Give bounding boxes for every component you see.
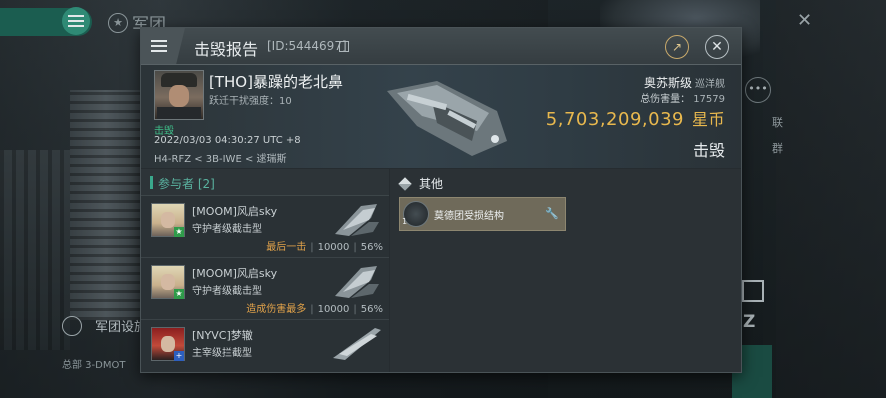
side-text-1: 联 <box>772 116 783 129</box>
menu-icon <box>151 40 167 52</box>
bottom-menu-icon[interactable] <box>62 316 82 336</box>
participant-row[interactable]: + [NYVC]梦辙 主宰级拦截型 <box>141 320 389 372</box>
dialog-menu-button[interactable] <box>141 28 185 64</box>
standing-badge-icon: + <box>174 351 184 361</box>
participants-header: 参与者 [2] <box>141 169 389 196</box>
sort-icon[interactable]: Z <box>743 312 755 332</box>
total-damage-label: 总伤害量： <box>640 94 691 105</box>
main-menu-button[interactable] <box>62 7 90 35</box>
participant-stats: 造成伤害最多 | 10000 | 56% <box>246 304 383 315</box>
ship-type: 巡洋舰 <box>695 79 725 90</box>
participant-row[interactable]: ★ [MOOM]风启sky 守护者级截击型 造成伤害最多 | 10000 | 56% <box>141 258 389 320</box>
participant-ship-icon[interactable] <box>331 262 383 300</box>
participant-tag: 最后一击 <box>266 242 307 253</box>
isk-unit: 星币 <box>691 110 725 129</box>
copy-icon[interactable] <box>339 41 349 52</box>
report-id: [ID:5444697] <box>267 39 347 53</box>
victim-ship-render[interactable] <box>377 71 517 161</box>
ship-name[interactable]: 奥苏斯级 <box>644 76 692 90</box>
victim-ship-class: 奥苏斯级 巡洋舰 <box>644 74 725 91</box>
standing-badge-icon: ★ <box>174 227 184 237</box>
kill-location[interactable]: H4-RFZ < 3B-IWE < 逑瑞斯 <box>154 150 287 165</box>
side-text-2: 群 <box>772 142 783 155</box>
isk-value: 5,703,209,039 星币 <box>546 106 725 130</box>
result-label: 击毁 <box>692 141 725 160</box>
participant-percent: 56% <box>360 304 383 315</box>
dialog-title: 击毁报告 <box>194 40 259 59</box>
participant-damage: 10000 <box>317 242 350 253</box>
participants-panel: 参与者 [2] ★ [MOOM]风启sky 守护者级截击型 最后一击 | 10000… <box>141 169 389 372</box>
hq-text: 总部 3-DMOT <box>62 360 126 371</box>
participant-ship: 守护者级截击型 <box>192 286 262 297</box>
background-close-icon[interactable]: ✕ <box>797 10 812 31</box>
victim-name[interactable]: [THO]暴躁的老北鼻 <box>209 71 343 92</box>
participant-ship-icon[interactable] <box>331 324 383 362</box>
participant-ship: 主宰级拦截型 <box>192 348 252 359</box>
total-damage-value: 17579 <box>693 94 725 105</box>
participant-ship: 守护者级截击型 <box>192 224 262 235</box>
kill-time: 2022/03/03 04:30:27 UTC +8 <box>154 135 301 146</box>
edit-icon[interactable] <box>742 280 764 302</box>
other-item[interactable]: 1 莫德团受损结构 🔧 <box>399 197 566 231</box>
wrench-icon: 🔧 <box>545 207 559 220</box>
item-quantity: 1 <box>402 217 408 226</box>
kill-summary: [THO]暴躁的老北鼻 跃迁干扰强度：10 击毁 2022/03/03 04:3… <box>141 65 741 168</box>
more-options-button[interactable]: ••• <box>745 77 771 103</box>
other-panel: 其他 1 莫德团受损结构 🔧 <box>390 169 741 372</box>
background-structure <box>0 150 70 350</box>
star-icon: ★ <box>108 12 128 33</box>
kill-report-dialog: 击毁报告 [ID:5444697] ↗ ✕ [THO]暴躁的老北鼻 跃迁干扰强度… <box>140 27 742 373</box>
other-title: 其他 <box>419 177 444 191</box>
participants-title: 参与者 [2] <box>158 177 215 191</box>
participant-tag: 造成伤害最多 <box>246 304 307 315</box>
participant-damage: 10000 <box>317 304 350 315</box>
menu-icon <box>68 15 84 27</box>
participant-ship-icon[interactable] <box>331 200 383 238</box>
isk-amount: 5,703,209,039 <box>545 109 684 130</box>
close-icon: ✕ <box>711 39 723 55</box>
participant-percent: 56% <box>360 242 383 253</box>
total-damage: 总伤害量： 17579 <box>640 90 725 105</box>
participant-stats: 最后一击 | 10000 | 56% <box>266 242 383 253</box>
item-label: 莫德团受损结构 <box>434 211 504 222</box>
participant-name[interactable]: [NYVC]梦辙 <box>192 327 253 343</box>
participant-name[interactable]: [MOOM]风启sky <box>192 203 277 219</box>
victim-portrait[interactable] <box>154 70 204 120</box>
share-button[interactable]: ↗ <box>665 35 689 59</box>
standing-badge-icon: ★ <box>174 289 184 299</box>
other-header: 其他 <box>398 175 444 192</box>
cube-icon <box>398 176 412 191</box>
participant-row[interactable]: ★ [MOOM]风启sky 守护者级截击型 最后一击 | 10000 | 56% <box>141 196 389 258</box>
dialog-header: 击毁报告 [ID:5444697] ↗ ✕ <box>141 28 741 65</box>
share-icon: ↗ <box>671 40 683 54</box>
participant-name[interactable]: [MOOM]风启sky <box>192 265 277 281</box>
close-button[interactable]: ✕ <box>705 35 729 59</box>
warp-scramble-strength: 跃迁干扰强度：10 <box>209 96 292 107</box>
